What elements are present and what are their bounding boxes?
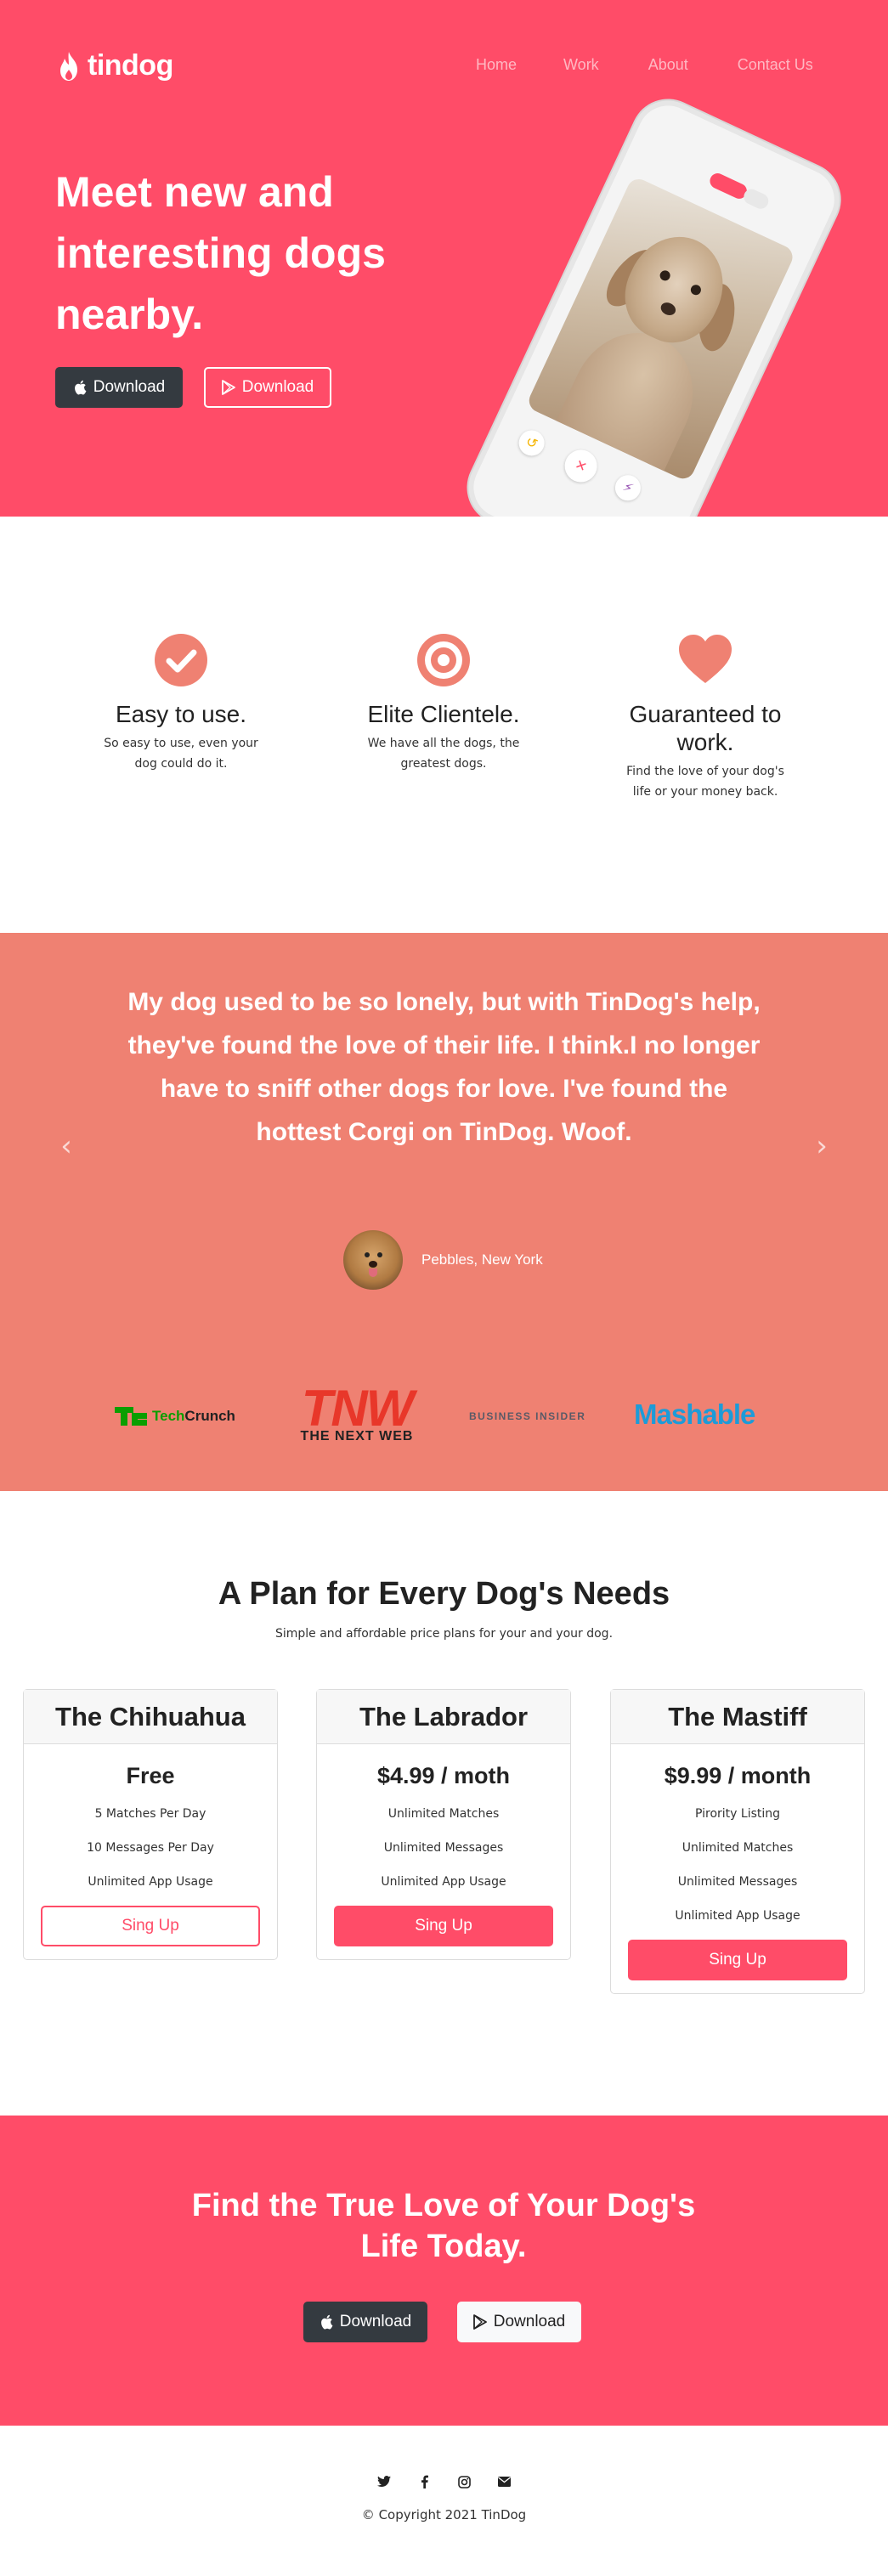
feature-easy: Easy to use. So easy to use, even your d… [54,632,308,774]
plan-card-labrador: The Labrador $4.99 / moth Unlimited Matc… [316,1689,571,1960]
check-circle-icon [155,634,207,686]
hero-title: Meet new and interesting dogs nearby. [55,168,386,338]
social-links [375,2472,534,2491]
plan-feature: Unlimited App Usage [88,1875,213,1889]
tnw-wordmark: THE NEXT WEB [300,1429,414,1443]
feature-clientele: Elite Clientele. We have all the dogs, t… [316,632,571,774]
nav-about[interactable]: About [648,56,688,74]
plan-feature: 5 Matches Per Day [94,1807,206,1821]
play-download-button[interactable]: Download [204,367,331,408]
author-name: Pebbles, New York [421,1251,543,1268]
testimonial-author: Pebbles, New York [343,1230,543,1290]
feature-text: Find the love of your dog's life or your… [626,765,784,799]
apple-icon [74,380,87,395]
plan-feature: Unlimited Matches [682,1841,794,1855]
business-insider-logo: BUSINESS INSIDER [469,1410,586,1422]
dog-avatar [343,1230,403,1290]
close-icon: ✕ [559,444,602,488]
plan-price: $4.99 / moth [376,1763,511,1788]
google-play-icon [472,2314,487,2330]
feature-text: We have all the dogs, the greatest dogs. [367,737,520,771]
apple-download-label: Download [339,2313,412,2330]
plan-card-chihuahua: The Chihuahua Free 5 Matches Per Day 10 … [23,1689,278,1960]
feature-title: Guaranteed to work. [629,701,782,755]
plan-feature: Pirority Listing [694,1807,781,1821]
heart-icon [679,635,732,683]
twitter-icon[interactable] [375,2472,393,2491]
footer: © Copyright 2021 TinDog [0,2426,888,2576]
plan-feature: Unlimited App Usage [381,1875,506,1889]
plan-card-mastiff: The Mastiff $9.99 / month Pirority Listi… [610,1689,865,1994]
phone-mockup: ↺ ✕ ⚡ [402,80,856,517]
apple-download-label: Download [93,378,166,396]
apple-download-button[interactable]: Download [55,367,183,408]
hero-section: tindog Home Work About Contact Us Meet n… [0,0,888,517]
testimonial-section: ‹ My dog used to be so lonely, but with … [0,933,888,1491]
techcrunch-logo: TechCrunch [115,1407,235,1426]
apple-download-button[interactable]: Download [303,2302,427,2342]
bolt-icon: ⚡ [610,471,645,506]
plan-price: $9.99 / month [664,1763,812,1788]
techcrunch-crunch: Crunch [184,1408,235,1424]
techcrunch-tech: Tech [152,1408,185,1424]
plan-name: The Chihuahua [24,1690,277,1744]
feature-title: Easy to use. [115,701,247,727]
play-download-label: Download [241,378,314,396]
instagram-icon[interactable] [455,2472,473,2491]
copyright: © Copyright 2021 TinDog [361,2507,527,2522]
plan-name: The Labrador [317,1690,570,1744]
google-play-icon [221,380,235,395]
plan-feature: Unlimited App Usage [675,1909,800,1923]
pricing-title: A Plan for Every Dog's Needs [218,1576,670,1612]
apple-icon [320,2314,333,2330]
sign-up-button[interactable]: Sing Up [334,1906,553,1946]
testimonial-quote: My dog used to be so lonely, but with Ti… [127,988,761,1146]
features-section: Easy to use. So easy to use, even your d… [0,517,888,933]
plan-feature: Unlimited Messages [677,1875,798,1889]
feature-text: So easy to use, even your dog could do i… [104,737,258,771]
hero-download-buttons: Download Download [55,367,331,408]
dog-photo [525,175,797,483]
plan-feature: Unlimited Matches [387,1807,500,1821]
plan-feature: 10 Messages Per Day [87,1841,214,1855]
bullseye-icon [417,634,470,686]
facebook-icon[interactable] [415,2472,433,2491]
tnw-mark: TNW [301,1380,415,1437]
play-download-label: Download [493,2313,566,2330]
pricing-subtitle: Simple and affordable price plans for yo… [274,1627,614,1641]
cta-download-buttons: Download Download [303,2302,581,2342]
main-nav: Home Work About Contact Us [476,56,813,74]
cta-title: Find the True Love of Your Dog's Life To… [191,2188,696,2264]
carousel-prev-arrow[interactable]: ‹ [54,1132,79,1161]
rewind-icon: ↺ [514,426,549,460]
play-download-button[interactable]: Download [457,2302,581,2342]
plan-name: The Mastiff [611,1690,864,1744]
feature-guaranteed: Guaranteed to work. Find the love of you… [578,632,833,802]
plan-feature: Unlimited Messages [383,1841,504,1855]
nav-home[interactable]: Home [476,56,517,74]
brand-logo[interactable]: tindog [57,49,173,82]
nav-work[interactable]: Work [563,56,599,74]
cta-section: Find the True Love of Your Dog's Life To… [0,2116,888,2426]
envelope-icon[interactable] [495,2472,513,2491]
carousel-next-arrow[interactable]: › [809,1132,834,1161]
flame-icon [60,51,77,81]
sign-up-button[interactable]: Sing Up [628,1940,847,1980]
mashable-logo: Mashable [634,1398,755,1430]
feature-title: Elite Clientele. [367,701,520,727]
tnw-logo: TNW THE NEXT WEB [289,1383,425,1444]
pricing-section: A Plan for Every Dog's Needs Simple and … [0,1491,888,2116]
phone-frame: ↺ ✕ ⚡ [456,88,851,517]
plan-price: Free [126,1763,175,1788]
sign-up-button[interactable]: Sing Up [41,1906,260,1946]
brand-name: tindog [88,49,173,82]
nav-contact-us[interactable]: Contact Us [738,56,813,74]
chat-toggle [741,186,772,212]
press-logos: TechCrunch TNW THE NEXT WEB BUSINESS INS… [0,1383,888,1451]
